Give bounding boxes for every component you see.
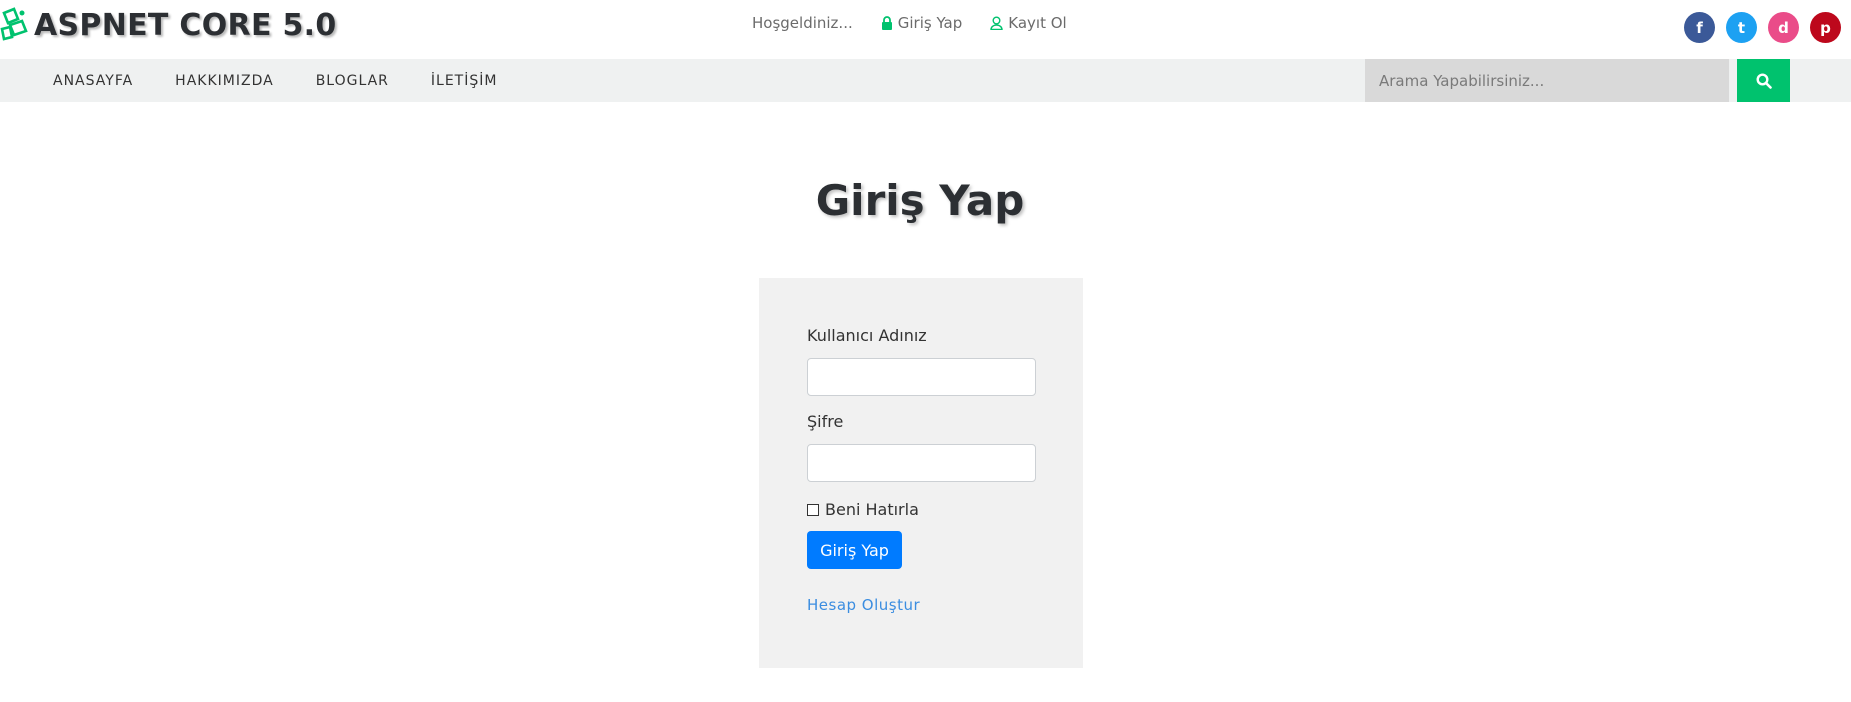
- twitter-glyph: t: [1737, 18, 1746, 37]
- search-icon: [1755, 72, 1772, 89]
- site-logo[interactable]: ASPNET CORE 5.0: [0, 2, 337, 48]
- logo-text: ASPNET CORE 5.0: [34, 7, 337, 43]
- nav-item-home[interactable]: ANASAYFA: [53, 73, 133, 89]
- login-form: Kullanıcı Adınız Şifre Beni Hatırla Giri…: [759, 278, 1083, 668]
- main-nav: ANASAYFA HAKKIMIZDA BLOGLAR İLETİŞİM: [0, 59, 1851, 102]
- welcome-label: Hoşgeldiniz...: [752, 14, 853, 32]
- password-label: Şifre: [807, 412, 844, 431]
- nav-menu: ANASAYFA HAKKIMIZDA BLOGLAR İLETİŞİM: [53, 59, 539, 102]
- header-login-link[interactable]: Giriş Yap: [881, 14, 963, 32]
- dribbble-icon[interactable]: d: [1768, 12, 1799, 43]
- lock-icon: [881, 16, 892, 30]
- username-field[interactable]: [807, 358, 1036, 396]
- search-button[interactable]: [1737, 59, 1790, 102]
- facebook-glyph: f: [1696, 18, 1703, 37]
- facebook-icon[interactable]: f: [1684, 12, 1715, 43]
- search-input[interactable]: [1365, 59, 1729, 102]
- nav-item-contact[interactable]: İLETİŞİM: [431, 73, 498, 89]
- header-register-label: Kayıt Ol: [1008, 14, 1067, 32]
- pinterest-glyph: p: [1820, 18, 1831, 37]
- nav-item-blogs[interactable]: BLOGLAR: [316, 73, 389, 89]
- user-links: Hoşgeldiniz... Giriş Yap Kayıt Ol: [752, 14, 1095, 32]
- login-button[interactable]: Giriş Yap: [807, 531, 902, 569]
- logo-icon: [0, 7, 28, 41]
- nav-item-about[interactable]: HAKKIMIZDA: [175, 73, 274, 89]
- remember-label: Beni Hatırla: [825, 500, 919, 519]
- page-title: Giriş Yap: [815, 176, 1025, 225]
- pinterest-icon[interactable]: p: [1810, 12, 1841, 43]
- header-login-label: Giriş Yap: [897, 14, 963, 32]
- password-field[interactable]: [807, 444, 1036, 482]
- create-account-link[interactable]: Hesap Oluştur: [807, 596, 920, 614]
- social-links: f t d p: [1673, 12, 1841, 43]
- user-icon: [990, 16, 1003, 30]
- dribbble-glyph: d: [1778, 18, 1789, 37]
- welcome-text: Hoşgeldiniz...: [752, 14, 853, 32]
- twitter-icon[interactable]: t: [1726, 12, 1757, 43]
- header-register-link[interactable]: Kayıt Ol: [990, 14, 1067, 32]
- top-header: ASPNET CORE 5.0 Hoşgeldiniz... Giriş Yap…: [0, 0, 1851, 58]
- remember-checkbox[interactable]: [807, 503, 819, 516]
- remember-me: Beni Hatırla: [807, 500, 919, 519]
- username-label: Kullanıcı Adınız: [807, 326, 927, 345]
